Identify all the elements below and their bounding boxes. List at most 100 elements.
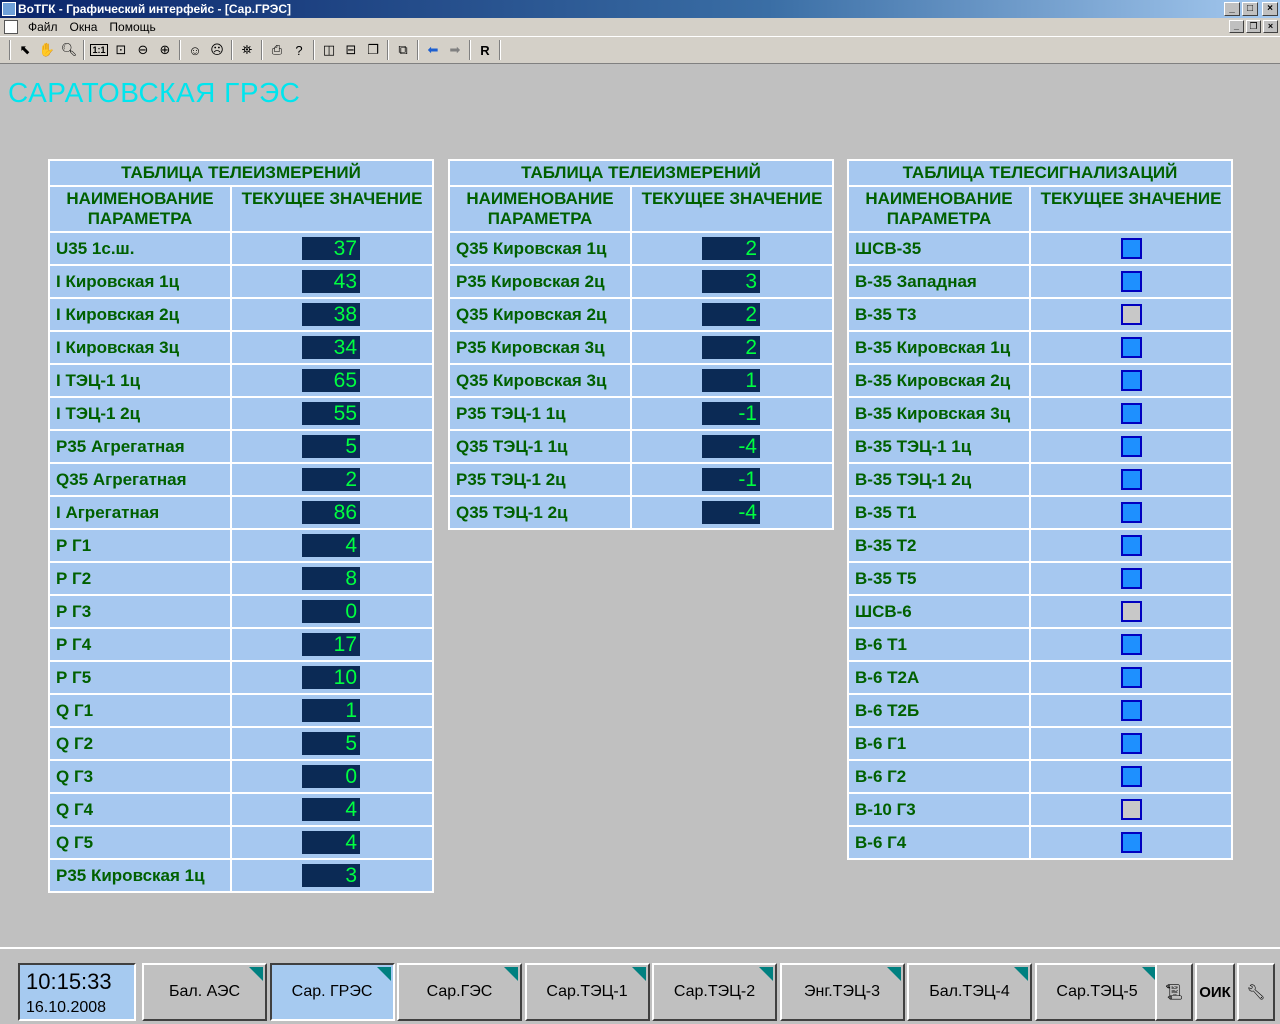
signal-indicator[interactable] xyxy=(1121,469,1142,490)
tile-vertical-icon[interactable]: ◫ xyxy=(318,39,340,61)
r-button[interactable]: R xyxy=(474,39,496,61)
signal-indicator[interactable] xyxy=(1121,337,1142,358)
forward-arrow-icon[interactable]: ➡ xyxy=(444,39,466,61)
value-display: 4 xyxy=(302,534,360,557)
station-tab[interactable]: Энг.ТЭЦ-3 xyxy=(779,963,905,1021)
signal-indicator[interactable] xyxy=(1121,733,1142,754)
table-row: I Кировская 3ц 34 xyxy=(50,332,432,363)
station-tab-label: Сар.ТЭЦ-5 xyxy=(1056,983,1138,1000)
print-icon[interactable]: ⎙ xyxy=(266,39,288,61)
value-display: -4 xyxy=(702,435,760,458)
value-cell xyxy=(1031,662,1231,693)
document-icon[interactable] xyxy=(4,20,18,34)
station-tab[interactable]: Сар. ГРЭС xyxy=(269,963,395,1021)
station-tab[interactable]: Бал. АЭС xyxy=(142,963,267,1021)
value-display: 2 xyxy=(702,303,760,326)
value-display: 38 xyxy=(302,303,360,326)
oik-button[interactable]: ОИК xyxy=(1195,963,1235,1021)
value-cell xyxy=(1031,266,1231,297)
table-row: Q35 ТЭЦ-1 2ц -4 xyxy=(450,497,832,528)
tools-icon[interactable]: 🔧︎ xyxy=(1237,963,1275,1021)
zoom-in-icon[interactable]: ⊕ xyxy=(154,39,176,61)
menu-windows[interactable]: Окна xyxy=(64,19,104,35)
menu-help[interactable]: Помощь xyxy=(103,19,161,35)
magnifier-icon[interactable]: 🔍︎ xyxy=(58,39,80,61)
close-button[interactable]: × xyxy=(1262,2,1278,16)
parameter-name: Q Г2 xyxy=(50,728,230,759)
parameter-name: В-35 Т1 xyxy=(849,497,1029,528)
table-row: Q Г2 5 xyxy=(50,728,432,759)
signal-indicator[interactable] xyxy=(1121,601,1142,622)
signal-indicator[interactable] xyxy=(1121,799,1142,820)
value-cell xyxy=(1031,629,1231,660)
signal-indicator[interactable] xyxy=(1121,700,1142,721)
tab-corner-marker xyxy=(759,967,773,981)
signal-indicator[interactable] xyxy=(1121,238,1142,259)
table-row: I Агрегатная 86 xyxy=(50,497,432,528)
signal-indicator[interactable] xyxy=(1121,766,1142,787)
cascade-icon[interactable]: ❐ xyxy=(362,39,384,61)
station-tab[interactable]: Бал.ТЭЦ-4 xyxy=(907,963,1032,1021)
mdi-close-button[interactable]: × xyxy=(1263,20,1278,33)
binoculars-icon[interactable]: ⛯ xyxy=(236,39,258,61)
signal-indicator[interactable] xyxy=(1121,832,1142,853)
signal-indicator[interactable] xyxy=(1121,667,1142,688)
parameter-name: В-35 Т5 xyxy=(849,563,1029,594)
parameter-name: В-6 Г4 xyxy=(849,827,1029,858)
tile-horizontal-icon[interactable]: ⊟ xyxy=(340,39,362,61)
user-x-icon[interactable]: ☹ xyxy=(206,39,228,61)
back-arrow-icon[interactable]: ⬅ xyxy=(422,39,444,61)
parameter-name: P35 Кировская 1ц xyxy=(50,860,230,891)
signal-indicator[interactable] xyxy=(1121,403,1142,424)
signal-indicator[interactable] xyxy=(1121,271,1142,292)
hand-icon[interactable]: ✋ xyxy=(36,39,58,61)
user-icon[interactable]: ☺ xyxy=(184,39,206,61)
clock-time: 10:15:33 xyxy=(26,969,112,994)
signal-indicator[interactable] xyxy=(1121,502,1142,523)
station-tab[interactable]: Сар.ТЭЦ-5 xyxy=(1034,963,1160,1021)
value-cell: -1 xyxy=(632,464,832,495)
value-display: 3 xyxy=(702,270,760,293)
station-tab[interactable]: Сар.ГЭС xyxy=(397,963,522,1021)
signal-indicator[interactable] xyxy=(1121,634,1142,655)
value-display: 65 xyxy=(302,369,360,392)
minimize-button[interactable]: _ xyxy=(1224,2,1240,16)
station-tab[interactable]: Сар.ТЭЦ-2 xyxy=(652,963,777,1021)
clock-date: 16.10.2008 xyxy=(26,999,107,1016)
value-cell: 55 xyxy=(232,398,432,429)
value-cell xyxy=(1031,365,1231,396)
signal-indicator[interactable] xyxy=(1121,535,1142,556)
value-display: 2 xyxy=(702,336,760,359)
value-cell: 3 xyxy=(632,266,832,297)
pointer-icon[interactable]: ⬉ xyxy=(14,39,36,61)
mdi-minimize-button[interactable]: _ xyxy=(1229,20,1244,33)
table-row: В-35 ТЭЦ-1 1ц xyxy=(849,431,1231,462)
value-cell: -4 xyxy=(632,497,832,528)
signal-indicator[interactable] xyxy=(1121,304,1142,325)
table-row: I ТЭЦ-1 1ц 65 xyxy=(50,365,432,396)
station-tab-label: Энг.ТЭЦ-3 xyxy=(804,983,880,1000)
value-display: -1 xyxy=(702,468,760,491)
parameter-name: В-35 Кировская 3ц xyxy=(849,398,1029,429)
zoom-out-icon[interactable]: ⊖ xyxy=(132,39,154,61)
zoom-fit-icon[interactable]: ⊡ xyxy=(110,39,132,61)
maximize-button[interactable]: □ xyxy=(1242,2,1258,16)
table-row: Q Г1 1 xyxy=(50,695,432,726)
parameter-name: В-35 ТЭЦ-1 2ц xyxy=(849,464,1029,495)
signal-indicator[interactable] xyxy=(1121,436,1142,457)
signal-indicator[interactable] xyxy=(1121,568,1142,589)
menu-file[interactable]: Файл xyxy=(22,19,64,35)
scroll-icon[interactable]: 📜︎ xyxy=(1155,963,1193,1021)
parameter-name: P35 Кировская 3ц xyxy=(450,332,630,363)
parameter-name: I Агрегатная xyxy=(50,497,230,528)
mdi-restore-button[interactable]: ❐ xyxy=(1246,20,1261,33)
value-cell: 3 xyxy=(232,860,432,891)
station-tab[interactable]: Сар.ТЭЦ-1 xyxy=(524,963,650,1021)
signal-indicator[interactable] xyxy=(1121,370,1142,391)
table-row: В-35 Т5 xyxy=(849,563,1231,594)
parameter-name: В-35 ТЭЦ-1 1ц xyxy=(849,431,1029,462)
window-switch-icon[interactable]: ⧉ xyxy=(392,39,414,61)
zoom-1-1-icon[interactable]: 1:1 xyxy=(88,39,110,61)
help-icon[interactable]: ? xyxy=(288,39,310,61)
parameter-name: В-10 Г3 xyxy=(849,794,1029,825)
